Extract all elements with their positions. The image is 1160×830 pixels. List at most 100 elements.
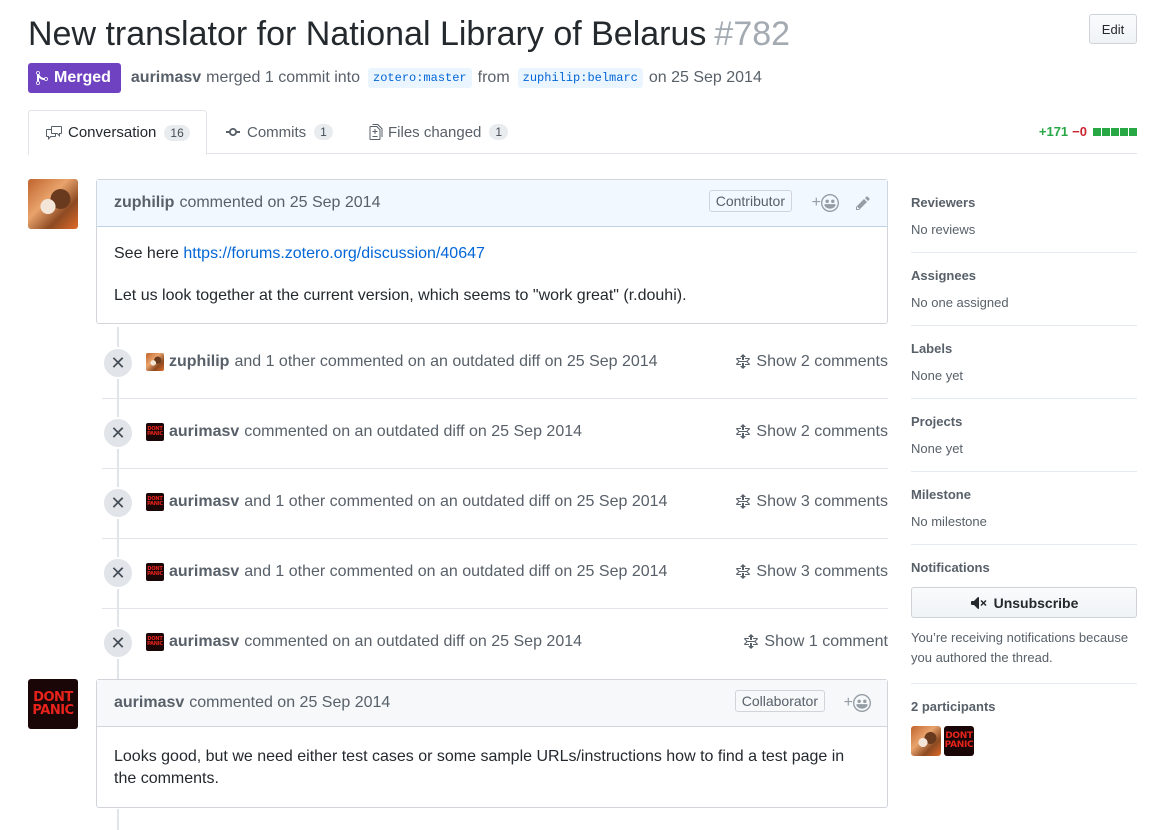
tab-files-changed[interactable]: Files changed 1 [353,110,524,154]
outdated-diff-event: ✕ DONT PANIC aurimasv commented on an out… [102,609,888,679]
outdated-diff-event: ✕ DONT PANIC aurimasv and 1 other comment… [102,539,888,609]
mute-icon [970,596,987,609]
show-comments-button[interactable]: Show 2 comments [735,353,888,371]
comment-paragraph: Looks good, but we need either test case… [114,748,845,787]
unfold-icon [736,494,751,509]
x-icon: ✕ [102,557,134,589]
comment-header: zuphilip commented on 25 Sep 2014 Contri… [97,180,887,227]
status-badge: Merged [28,63,121,93]
smiley-icon [853,694,871,712]
tab-commits[interactable]: Commits 1 [210,110,349,154]
file-diff-icon [369,124,383,140]
show-comments-button[interactable]: Show 3 comments [735,563,888,581]
event-description: commented on an outdated diff on 25 Sep … [244,633,583,650]
sidebar-value: No reviews [911,222,976,237]
avatar-text: PANIC [147,641,163,647]
comment-timestamp[interactable]: commented on 25 Sep 2014 [189,694,390,712]
unfold-icon [736,354,751,369]
participant-list: DONT PANIC [911,726,1137,756]
pr-number: #782 [714,15,791,53]
outdated-diff-event: ✕ zuphilip and 1 other commented on an o… [102,329,888,399]
page-title: New translator for National Library of B… [28,12,1137,56]
show-comments-label: Show 1 comment [764,633,888,650]
deletions-count: −0 [1072,124,1087,139]
diffstat-bar [1092,124,1137,139]
timeline-line [117,809,119,830]
from-text: from [477,69,510,86]
comment-timestamp[interactable]: commented on 25 Sep 2014 [179,194,380,212]
comment-author[interactable]: aurimasv [114,694,184,712]
comment-text: See here [114,245,184,262]
base-branch[interactable]: zotero:master [368,68,472,88]
event-description: and 1 other commented on an outdated dif… [244,493,668,510]
tab-counter: 1 [314,124,333,140]
event-author[interactable]: zuphilip [169,353,229,371]
tab-label: Conversation [68,124,157,141]
author-link[interactable]: aurimasv [131,69,201,87]
x-icon: ✕ [102,487,134,519]
unfold-icon [736,564,751,579]
show-comments-button[interactable]: Show 3 comments [735,493,888,511]
event-author[interactable]: aurimasv [169,633,239,651]
comment-discussion-icon [46,125,62,140]
comment-body: See here https://forums.zotero.org/discu… [97,227,887,323]
comment-paragraph: See here https://forums.zotero.org/discu… [114,243,870,265]
avatar[interactable]: DONT PANIC [28,679,78,729]
diffstat-block [1102,128,1110,136]
show-comments-label: Show 2 comments [756,423,888,440]
avatar-text: PANIC [147,431,163,437]
show-comments-button[interactable]: Show 1 comment [743,633,888,651]
forum-link[interactable]: https://forums.zotero.org/discussion/406… [183,245,485,262]
status-label: Merged [54,69,111,86]
mini-avatar[interactable]: DONT PANIC [146,633,164,651]
sidebar-reviewers: Reviewers No reviews [911,180,1137,253]
notification-reason: You’re receiving notifications because y… [911,630,1129,665]
participant-avatar[interactable]: DONT PANIC [944,726,974,756]
sidebar-title[interactable]: Assignees [911,268,1137,283]
event-text: DONT PANIC aurimasv commented on an outda… [146,423,582,441]
edit-button[interactable]: Edit [1089,14,1137,44]
comment-body: Looks good, but we need either test case… [97,727,887,807]
sidebar-title[interactable]: Reviewers [911,195,1137,210]
sidebar-notifications: Notifications Unsubscribe You’re receivi… [911,545,1137,684]
comment-author[interactable]: zuphilip [114,194,174,212]
mini-avatar[interactable] [146,353,164,371]
show-comments-label: Show 2 comments [756,353,888,370]
participant-avatar[interactable] [911,726,941,756]
merge-text: merged 1 commit into [206,69,361,86]
pr-title-text: New translator for National Library of B… [28,15,707,53]
unsubscribe-button[interactable]: Unsubscribe [911,587,1137,618]
avatar[interactable] [28,179,78,229]
x-icon: ✕ [102,627,134,659]
git-commit-icon [226,128,240,136]
mini-avatar[interactable]: DONT PANIC [146,493,164,511]
head-branch[interactable]: zuphilip:belmarc [517,68,643,88]
mini-avatar[interactable]: DONT PANIC [146,423,164,441]
sidebar-assignees: Assignees No one assigned [911,253,1137,326]
sidebar-title[interactable]: Projects [911,414,1137,429]
event-author[interactable]: aurimasv [169,423,239,441]
tab-counter: 1 [489,124,509,140]
sidebar-title[interactable]: Labels [911,341,1137,356]
add-reaction-button[interactable]: + [812,194,839,212]
diffstat: +171 −0 [1039,124,1137,139]
event-description: and 1 other commented on an outdated dif… [244,563,668,580]
tab-counter: 16 [164,124,190,141]
unfold-icon [744,634,759,649]
show-comments-button[interactable]: Show 2 comments [735,423,888,441]
sidebar: Reviewers No reviews Assignees No one as… [911,180,1137,771]
sidebar-title[interactable]: Milestone [911,487,1137,502]
event-description: and 1 other commented on an outdated dif… [234,353,658,370]
tab-conversation[interactable]: Conversation 16 [28,110,207,155]
edit-comment-button[interactable] [855,195,871,216]
event-author[interactable]: aurimasv [169,563,239,581]
sidebar-labels: Labels None yet [911,326,1137,399]
sidebar-title: 2 participants [911,699,996,714]
diffstat-block [1129,128,1137,136]
event-author[interactable]: aurimasv [169,493,239,511]
add-reaction-button[interactable]: + [844,694,871,712]
sidebar-title: Notifications [911,560,990,575]
diffstat-block [1093,128,1101,136]
pr-meta: Merged aurimasv merged 1 commit into zot… [28,62,764,94]
mini-avatar[interactable]: DONT PANIC [146,563,164,581]
